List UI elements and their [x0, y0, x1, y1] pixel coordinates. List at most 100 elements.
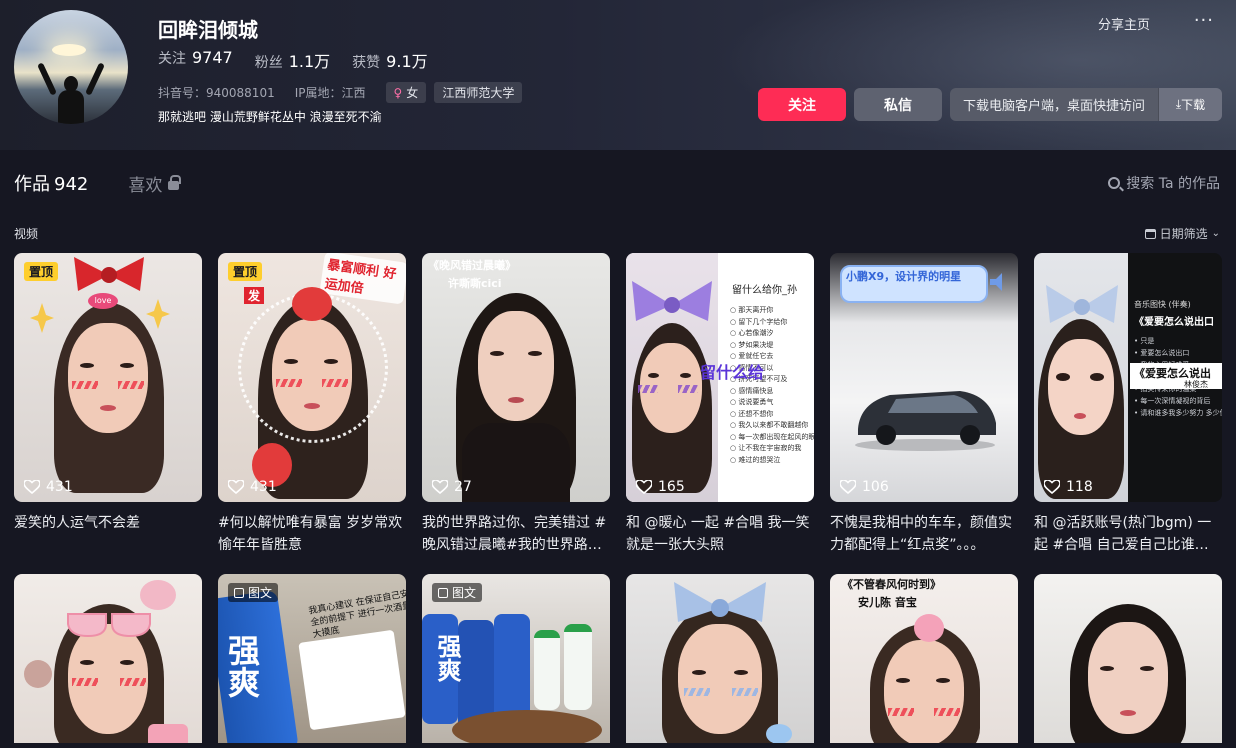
image-thumbnail[interactable]: 强爽 图文: [422, 574, 610, 743]
profile-header: 回眸泪倾城 关注 9747 粉丝 1.1万 获赞 9.1万 抖音号：940088101…: [0, 0, 1236, 150]
content-tabs: 作品 942 喜欢: [14, 170, 182, 196]
like-count: 431: [24, 479, 73, 495]
video-card[interactable]: 小鹏X9，设计界的明星 106 不愧是我相中的车车，颜值实力都配得上“红点奖”。…: [830, 253, 1018, 556]
tab-works[interactable]: 作品 942: [14, 170, 88, 196]
image-post-icon: [438, 587, 448, 598]
like-count-value: 431: [46, 479, 73, 495]
thumb-music-singer: 林俊杰: [1184, 380, 1208, 389]
image-post-card[interactable]: 强爽 我真心建议 在保证自己安全的前提下 进行一次酒量大摸底 图文: [218, 574, 406, 743]
tab-likes-label: 喜欢: [128, 175, 163, 196]
followers-value: 1.1万: [288, 52, 331, 71]
tab-works-label: 作品: [14, 174, 50, 195]
following-value: 9747: [192, 48, 233, 67]
date-filter-label: 日期筛选: [1159, 227, 1208, 241]
like-count: 165: [636, 479, 685, 495]
can-label: 强爽: [433, 634, 461, 682]
avatar-sun: [52, 44, 86, 56]
image-post-card[interactable]: 强爽 图文: [422, 574, 610, 743]
car-image: [855, 391, 996, 451]
download-client-text: 下载电脑客户端，桌面快捷访问: [962, 99, 1145, 114]
like-count: 106: [840, 479, 889, 495]
video-thumbnail[interactable]: 《晚风错过晨曦》 许嘶嘶cici 27: [422, 253, 610, 502]
lyric-line: ○ 心若像潮汐: [730, 329, 774, 337]
video-card[interactable]: 《晚风错过晨曦》 许嘶嘶cici 27 我的世界路过你、完美错过 #晚风错过晨曦…: [422, 253, 610, 556]
avatar[interactable]: [14, 10, 128, 124]
lyric-line: ○ 还想不想你: [730, 409, 774, 418]
heart-icon: [636, 480, 652, 494]
video-thumbnail[interactable]: [1034, 574, 1222, 743]
video-thumbnail[interactable]: [14, 574, 202, 743]
video-thumbnail[interactable]: 《不管春风何时到》 安儿陈 音宝: [830, 574, 1018, 743]
video-caption[interactable]: 和 @暖心 一起 #合唱 我一笑就是一张大头照: [626, 512, 814, 556]
like-count-value: 106: [862, 479, 889, 495]
followers-stat[interactable]: 粉丝 1.1万: [255, 48, 330, 72]
video-caption[interactable]: 和 @活跃账号(热门bgm) 一起 #合唱 自己爱自己比谁爱你都重要: [1034, 512, 1222, 556]
image-post-badge: 图文: [432, 583, 483, 602]
date-filter-button[interactable]: 日期筛选 ⌄: [1144, 225, 1220, 242]
video-thumbnail[interactable]: 音乐图快 (伴奏) 《爱要怎么说出口 • 只是• 爱要怎么说出口• 我的心里好难…: [1034, 253, 1222, 502]
video-thumbnail[interactable]: [626, 574, 814, 743]
video-card[interactable]: [1034, 574, 1222, 743]
download-button-label: 下载: [1181, 98, 1206, 112]
profile-stats: 关注 9747 粉丝 1.1万 获赞 9.1万: [158, 48, 428, 72]
thumb-song-author: 许嘶嘶cici: [448, 277, 502, 290]
lyric-line: ○ 留下几个字给你: [730, 317, 788, 326]
like-count: 27: [432, 479, 472, 495]
video-thumbnail[interactable]: 留什么给你_孙 ○ 那天离开你 ○ 留下几个字给你 ○ 心若像潮汐 ○ 梦如果决堤 ○ …: [626, 253, 814, 502]
image-thumbnail[interactable]: 强爽 我真心建议 在保证自己安全的前提下 进行一次酒量大摸底 图文: [218, 574, 406, 743]
follow-button[interactable]: 关注: [758, 88, 846, 121]
lyric-line: • 只是: [1134, 337, 1155, 345]
more-options-icon[interactable]: ···: [1194, 10, 1214, 31]
thumb-song-title: 《晚风错过晨曦》: [428, 259, 516, 272]
search-works[interactable]: 搜索 Ta 的作品: [1108, 173, 1220, 193]
likes-label: 获赞: [352, 55, 381, 71]
image-post-badge-label: 图文: [248, 586, 273, 600]
video-thumbnail[interactable]: love 置顶 431: [14, 253, 202, 502]
likes-value: 9.1万: [386, 52, 428, 71]
image-post-badge-label: 图文: [452, 586, 477, 600]
heart-icon: [228, 480, 244, 494]
tab-likes[interactable]: 喜欢: [128, 171, 182, 196]
video-card[interactable]: 《不管春风何时到》 安儿陈 音宝: [830, 574, 1018, 743]
search-icon: [1108, 177, 1121, 189]
video-card[interactable]: 暴富顺利 好运加倍 发 置顶 431 #何以解忧唯有暴富 岁岁常欢愉年年皆胜意: [218, 253, 406, 556]
like-count-value: 27: [454, 479, 472, 495]
video-caption[interactable]: 不愧是我相中的车车，颜值实力都配得上“红点奖”。。。: [830, 512, 1018, 556]
lyric-line: ○ 感情痛快息: [730, 386, 774, 395]
chevron-down-icon: ⌄: [1211, 228, 1220, 239]
thumb-banner: 小鹏X9，设计界的明星: [846, 270, 962, 283]
following-stat[interactable]: 关注 9747: [158, 48, 233, 72]
gender-tag: ♀ 女: [385, 82, 427, 103]
video-card[interactable]: [14, 574, 202, 743]
video-card[interactable]: 音乐图快 (伴奏) 《爱要怎么说出口 • 只是• 爱要怎么说出口• 我的心里好难…: [1034, 253, 1222, 556]
download-button[interactable]: ⤓ 下载: [1158, 88, 1222, 121]
like-count-value: 165: [658, 479, 685, 495]
thumb-list-title: 留什么给你_孙: [732, 285, 797, 296]
image-post-badge: 图文: [228, 583, 279, 602]
gender-tag-label: 女: [406, 86, 419, 100]
thumb-lyrics-list: ○ 那天离开你 ○ 留下几个字给你 ○ 心若像潮汐 ○ 梦如果决堤 ○ 爱就任它去 ○ 感…: [730, 305, 814, 466]
lyric-line: ○ 说说要勇气: [730, 398, 774, 406]
female-icon: ♀: [393, 86, 403, 100]
video-thumbnail[interactable]: 暴富顺利 好运加倍 发 置顶 431: [218, 253, 406, 502]
bow-sticker: [74, 257, 144, 291]
video-card[interactable]: [626, 574, 814, 743]
thumb-song-author: 安儿陈 音宝: [858, 596, 917, 609]
lyric-line: • 请和谁多我多少努力 多少伤: [1134, 409, 1222, 417]
message-button[interactable]: 私信: [854, 88, 942, 121]
lyric-line: • 爱要怎么说出口: [1134, 349, 1190, 357]
lyric-line: ○ 难过的想哭泣: [730, 455, 781, 464]
like-count-value: 431: [250, 479, 277, 495]
video-card[interactable]: love 置顶 431 爱笑的人运气不会差: [14, 253, 202, 556]
video-caption[interactable]: 我的世界路过你、完美错过 #晚风错过晨曦#我的世界路过你: [422, 512, 610, 556]
ip-location: IP属地：江西: [294, 86, 366, 100]
douyin-id: 抖音号：940088101: [158, 86, 275, 100]
video-caption[interactable]: #何以解忧唯有暴富 岁岁常欢愉年年皆胜意: [218, 512, 406, 556]
video-caption[interactable]: 爱笑的人运气不会差: [14, 512, 202, 556]
image-post-icon: [234, 587, 244, 598]
lyric-line: ○ 梦如果决堤: [730, 340, 774, 349]
video-card[interactable]: 留什么给你_孙 ○ 那天离开你 ○ 留下几个字给你 ○ 心若像潮汐 ○ 梦如果决堤 ○ …: [626, 253, 814, 556]
video-thumbnail[interactable]: 小鹏X9，设计界的明星 106: [830, 253, 1018, 502]
share-profile-button[interactable]: 分享主页: [1098, 14, 1150, 33]
heart-icon: [432, 480, 448, 494]
